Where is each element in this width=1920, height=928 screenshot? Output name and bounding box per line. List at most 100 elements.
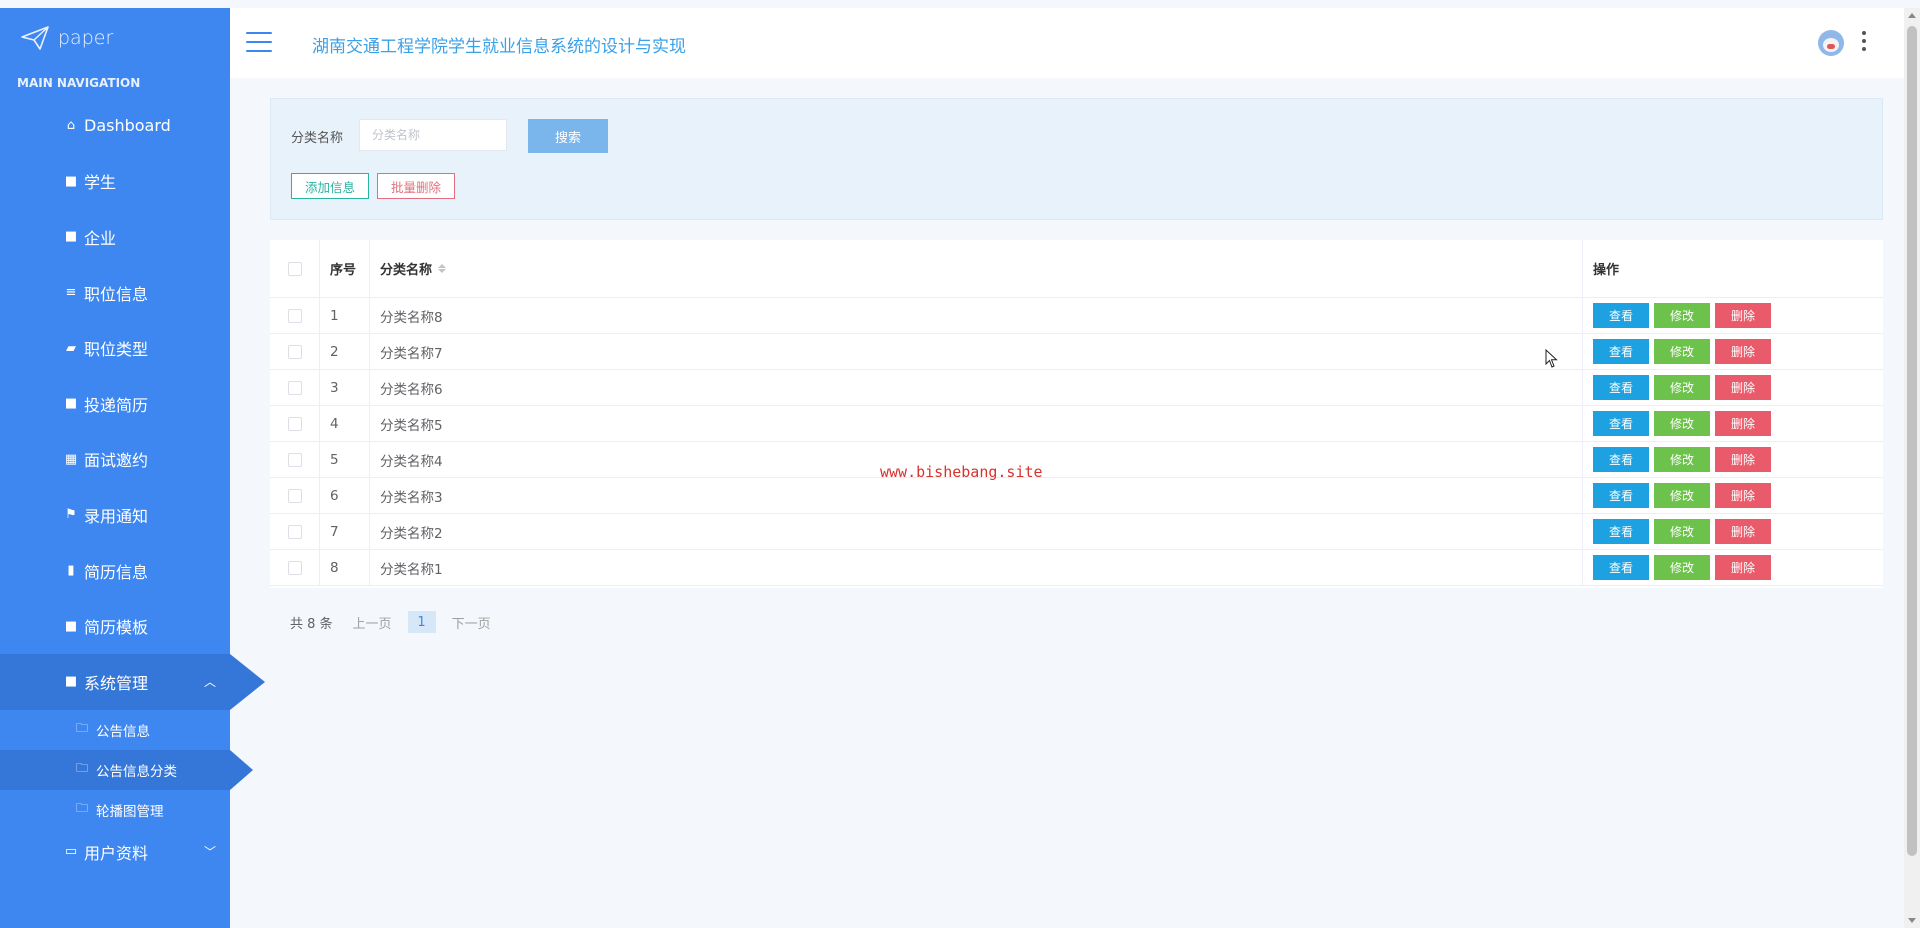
view-button[interactable]: 查看 <box>1593 555 1649 580</box>
row-index: 2 <box>320 334 370 369</box>
chevron-up-icon: ︿ <box>203 675 216 690</box>
sidebar-item-resume-submissions[interactable]: ■ 投递简历 <box>0 376 230 432</box>
row-actions: 查看 修改 删除 <box>1583 334 1883 369</box>
page-title: 湖南交通工程学院学生就业信息系统的设计与实现 <box>312 37 686 57</box>
delete-button[interactable]: 删除 <box>1715 519 1771 544</box>
briefcase-icon: ▰ <box>66 340 76 356</box>
avatar[interactable] <box>1818 30 1844 56</box>
row-checkbox[interactable] <box>287 524 302 539</box>
flag-icon: ⚑ <box>65 507 77 523</box>
sidebar-subitem-announcement-categories[interactable]: 🗀 公告信息分类 <box>0 749 253 790</box>
edit-button[interactable]: 修改 <box>1654 483 1710 508</box>
edit-button[interactable]: 修改 <box>1654 519 1710 544</box>
edit-button[interactable]: 修改 <box>1654 411 1710 436</box>
view-button[interactable]: 查看 <box>1593 339 1649 364</box>
view-button[interactable]: 查看 <box>1593 519 1649 544</box>
sidebar-item-offer-notices[interactable]: ⚑ 录用通知 <box>0 487 230 543</box>
brand[interactable]: paper <box>0 8 230 68</box>
search-label: 分类名称 <box>291 131 344 146</box>
search-input[interactable] <box>359 119 507 151</box>
row-checkbox[interactable] <box>287 344 302 359</box>
row-checkbox[interactable] <box>287 308 302 323</box>
more-options-icon[interactable] <box>1862 31 1866 51</box>
add-button[interactable]: 添加信息 <box>291 173 369 199</box>
delete-button[interactable]: 删除 <box>1715 375 1771 400</box>
pagination-page[interactable]: 1 <box>407 611 436 633</box>
delete-button[interactable]: 删除 <box>1715 483 1771 508</box>
edit-button[interactable]: 修改 <box>1654 339 1710 364</box>
sidebar-item-system-management[interactable]: ■ 系统管理 ︿ <box>0 653 265 710</box>
view-button[interactable]: 查看 <box>1593 375 1649 400</box>
sidebar-subitem-announcements[interactable]: 🗀 公告信息 <box>0 710 230 750</box>
column-header-name[interactable]: 分类名称 <box>370 240 1583 297</box>
delete-button[interactable]: 删除 <box>1715 411 1771 436</box>
edit-button[interactable]: 修改 <box>1654 303 1710 328</box>
sidebar-item-resume-info[interactable]: ▮ 简历信息 <box>0 543 230 599</box>
table-row: 3 分类名称6 查看 修改 删除 <box>270 370 1883 406</box>
row-checkbox[interactable] <box>287 452 302 467</box>
sidebar-subitem-carousel[interactable]: 🗀 轮播图管理 <box>0 790 230 830</box>
delete-button[interactable]: 删除 <box>1715 339 1771 364</box>
edit-button[interactable]: 修改 <box>1654 375 1710 400</box>
scrollbar-thumb[interactable] <box>1907 26 1917 856</box>
column-header-name-label: 分类名称 <box>380 263 433 278</box>
row-name: 分类名称7 <box>370 334 1583 369</box>
pagination: 共 8 条 上一页 1 下一页 <box>290 610 491 634</box>
scroll-down-icon[interactable] <box>1908 918 1916 923</box>
sidebar-item-students[interactable]: ■ 学生 <box>0 154 230 210</box>
grid-icon: ■ <box>64 173 78 189</box>
sidebar-item-companies[interactable]: ■ 企业 <box>0 209 230 265</box>
sidebar-subitem-label: 公告信息分类 <box>96 763 178 780</box>
row-actions: 查看 修改 删除 <box>1583 370 1883 405</box>
grid-icon: ■ <box>64 396 78 412</box>
sidebar-item-label: 用户资料 <box>84 843 149 863</box>
pagination-next[interactable]: 下一页 <box>452 613 491 632</box>
list-icon: ≡ <box>65 285 77 301</box>
row-checkbox[interactable] <box>287 560 302 575</box>
row-name: 分类名称5 <box>370 406 1583 441</box>
folder-icon: 🗀 <box>76 721 89 736</box>
view-button[interactable]: 查看 <box>1593 483 1649 508</box>
row-actions: 查看 修改 删除 <box>1583 514 1883 549</box>
row-name: 分类名称3 <box>370 478 1583 513</box>
sidebar-subitem-label: 轮播图管理 <box>96 803 164 820</box>
id-card-icon: ▭ <box>64 844 78 860</box>
sidebar-item-user-profile[interactable]: ▭ 用户资料 ﹀ <box>0 830 230 874</box>
delete-button[interactable]: 删除 <box>1715 303 1771 328</box>
batch-delete-button[interactable]: 批量删除 <box>377 173 455 199</box>
row-name: 分类名称8 <box>370 298 1583 333</box>
edit-button[interactable]: 修改 <box>1654 447 1710 472</box>
pagination-prev[interactable]: 上一页 <box>353 613 392 632</box>
sidebar: paper MAIN NAVIGATION ⌂ Dashboard ■ 学生 ■… <box>0 8 265 928</box>
sidebar-item-resume-templates[interactable]: ■ 简历模板 <box>0 598 230 654</box>
brand-name: paper <box>58 27 114 49</box>
row-index: 8 <box>320 550 370 585</box>
delete-button[interactable]: 删除 <box>1715 555 1771 580</box>
sidebar-item-job-types[interactable]: ▰ 职位类型 <box>0 320 230 376</box>
select-all-checkbox[interactable] <box>287 261 302 276</box>
sidebar-item-dashboard[interactable]: ⌂ Dashboard <box>0 98 230 154</box>
delete-button[interactable]: 删除 <box>1715 447 1771 472</box>
edit-button[interactable]: 修改 <box>1654 555 1710 580</box>
sidebar-item-label: 职位类型 <box>84 340 149 360</box>
grid-icon: ■ <box>64 229 78 245</box>
view-button[interactable]: 查看 <box>1593 447 1649 472</box>
row-actions: 查看 修改 删除 <box>1583 298 1883 333</box>
table-row: 5 分类名称4 查看 修改 删除 <box>270 442 1883 478</box>
sidebar-item-job-info[interactable]: ≡ 职位信息 <box>0 265 230 321</box>
view-button[interactable]: 查看 <box>1593 411 1649 436</box>
home-icon: ⌂ <box>66 118 76 134</box>
scrollbar[interactable] <box>1904 8 1920 928</box>
sidebar-item-label: 企业 <box>84 228 117 248</box>
sidebar-item-label: 系统管理 <box>84 673 149 693</box>
row-checkbox[interactable] <box>287 416 302 431</box>
sort-icon[interactable] <box>438 264 447 273</box>
view-button[interactable]: 查看 <box>1593 303 1649 328</box>
row-checkbox[interactable] <box>287 380 302 395</box>
scroll-up-icon[interactable] <box>1908 13 1916 18</box>
table-row: 7 分类名称2 查看 修改 删除 <box>270 514 1883 550</box>
search-button[interactable]: 搜索 <box>528 119 608 153</box>
menu-toggle-icon[interactable] <box>246 32 272 52</box>
row-checkbox[interactable] <box>287 488 302 503</box>
sidebar-item-interview-invites[interactable]: ▦ 面试邀约 <box>0 432 230 488</box>
